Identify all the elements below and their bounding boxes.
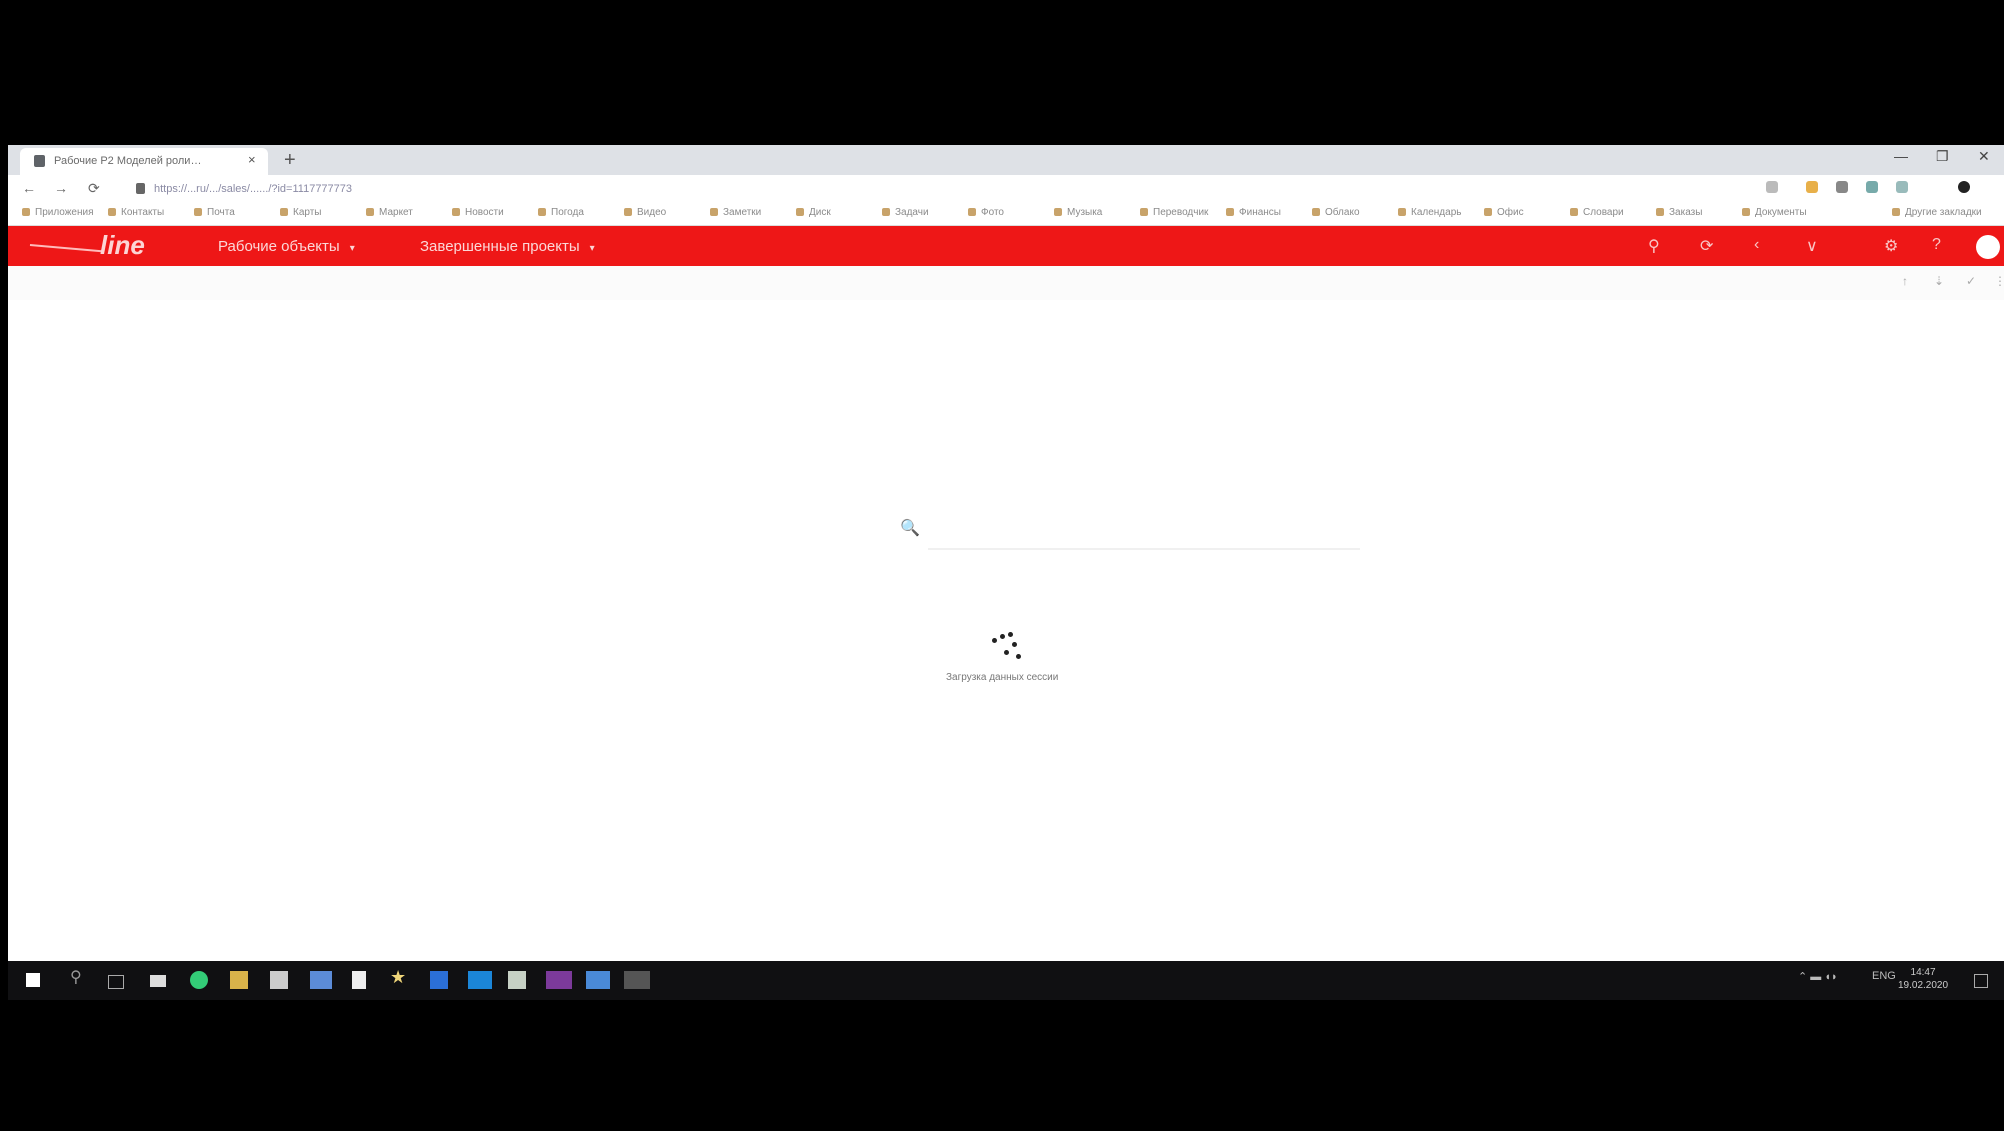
menu-work-objects[interactable]: Рабочие объекты ▾ xyxy=(218,238,355,255)
bookmark-item[interactable]: Новости xyxy=(452,207,504,218)
search-icon[interactable]: ⚲ xyxy=(1648,236,1660,256)
app-icon[interactable] xyxy=(586,971,610,989)
taskbar: ⚲ ★ ⌃ ▬ ◖◗ ENG 14:47 19.02.2020 xyxy=(8,961,2004,1000)
bookmark-item[interactable]: Музыка xyxy=(1054,207,1102,218)
minimize-button[interactable]: — xyxy=(1894,148,1908,164)
bookmark-item[interactable]: Погода xyxy=(538,207,584,218)
menu-label: Завершенные проекты xyxy=(420,238,580,255)
bookmark-item[interactable]: Задачи xyxy=(882,207,929,218)
forward-button[interactable]: → xyxy=(54,180,68,196)
star-icon[interactable]: ★ xyxy=(390,967,408,987)
star-icon[interactable] xyxy=(1766,181,1778,193)
profile-icon[interactable] xyxy=(1958,181,1970,193)
bookmark-item[interactable]: Почта xyxy=(194,207,235,218)
explorer-icon[interactable] xyxy=(150,975,166,987)
app-icon[interactable] xyxy=(230,971,248,989)
extension-icon[interactable] xyxy=(1806,181,1818,193)
extension-icon[interactable] xyxy=(1866,181,1878,193)
main-content: 🔍 Загрузка данных сессии xyxy=(8,300,2004,961)
search-icon[interactable]: ⚲ xyxy=(70,967,88,986)
bookmark-item[interactable]: Приложения xyxy=(22,207,94,218)
bookmark-item[interactable]: Видео xyxy=(624,207,666,218)
settings-icon[interactable]: ⚙ xyxy=(1884,236,1898,256)
menu-projects[interactable]: Завершенные проекты ▾ xyxy=(420,238,595,255)
avatar[interactable] xyxy=(1976,235,2000,259)
app-logo[interactable]: line xyxy=(29,230,180,262)
bookmark-item[interactable]: Фото xyxy=(968,207,1004,218)
bookmark-icon[interactable]: ⇣ xyxy=(1934,274,1944,288)
bookmark-item[interactable]: Финансы xyxy=(1226,207,1281,218)
check-icon[interactable]: ✓ xyxy=(1966,274,1976,288)
new-tab-button[interactable]: + xyxy=(284,148,296,172)
bookmark-item[interactable]: Контакты xyxy=(108,207,164,218)
bookmark-item[interactable]: Диск xyxy=(796,207,831,218)
letterbox-bottom xyxy=(8,1000,2004,1131)
letterbox-top xyxy=(8,0,2004,145)
search-underline xyxy=(928,548,1360,550)
chrome-active-icon[interactable] xyxy=(624,971,650,989)
bookmark-item[interactable]: Календарь xyxy=(1398,207,1461,218)
lock-icon xyxy=(136,183,145,194)
bookmark-item[interactable]: Офис xyxy=(1484,207,1524,218)
browser-tabstrip: Рабочие Р2 Моделей роли… × + — ❐ ✕ xyxy=(8,145,2004,175)
bookmarks-bar: Приложения Контакты Почта Карты Маркет Новост… xyxy=(8,203,2004,226)
reload-button[interactable]: ⟳ xyxy=(88,180,100,197)
notification-icon[interactable] xyxy=(1974,974,1988,988)
help-icon[interactable]: ? xyxy=(1932,236,1941,254)
bookmark-item[interactable]: Карты xyxy=(280,207,322,218)
filter-icon[interactable]: ∨ xyxy=(1806,236,1818,256)
browser-tab[interactable]: Рабочие Р2 Моделей роли… × xyxy=(20,148,268,175)
bookmark-item[interactable]: Облако xyxy=(1312,207,1360,218)
app-icon[interactable] xyxy=(310,971,332,989)
favicon-icon xyxy=(34,155,45,167)
bookmark-item[interactable]: Документы xyxy=(1742,207,1807,218)
tray-icons[interactable]: ⌃ ▬ ◖◗ xyxy=(1798,970,1838,983)
pin-icon[interactable]: ↑ xyxy=(1902,274,1908,288)
search-icon: 🔍 xyxy=(900,520,920,537)
app-icon[interactable] xyxy=(270,971,288,989)
clock-date: 19.02.2020 xyxy=(1898,980,1949,991)
logo-text: line xyxy=(100,230,145,260)
task-view-icon[interactable] xyxy=(108,975,124,989)
browser-toolbar: ← → ⟳ https://...ru/.../sales/....../?id… xyxy=(8,175,2004,203)
bookmark-item[interactable]: Переводчик xyxy=(1140,207,1208,218)
menu-icon[interactable]: ⋮ xyxy=(1994,274,2004,288)
logo-swoosh xyxy=(29,244,102,253)
tab-title: Рабочие Р2 Моделей роли… xyxy=(54,155,202,167)
loading-spinner xyxy=(988,632,1028,662)
bookmark-item[interactable]: Словари xyxy=(1570,207,1624,218)
arrow-icon[interactable]: ‹ xyxy=(1754,236,1759,254)
bookmark-item[interactable]: Заметки xyxy=(710,207,761,218)
close-window-button[interactable]: ✕ xyxy=(1978,148,1990,165)
browser-app-icon[interactable] xyxy=(190,971,208,989)
search-field[interactable]: 🔍 xyxy=(888,512,1362,560)
bookmark-item[interactable]: Маркет xyxy=(366,207,413,218)
menu-label: Рабочие объекты xyxy=(218,238,340,255)
restore-button[interactable]: ❐ xyxy=(1936,148,1949,165)
clock[interactable]: 14:47 19.02.2020 xyxy=(1898,966,1948,992)
extension-icon[interactable] xyxy=(1836,181,1848,193)
chevron-down-icon: ▾ xyxy=(589,243,595,254)
bookmark-item[interactable]: Заказы xyxy=(1656,207,1702,218)
tray-language[interactable]: ENG xyxy=(1872,970,1896,982)
screen: Рабочие Р2 Моделей роли… × + — ❐ ✕ ← → ⟳… xyxy=(8,0,2004,1131)
app-icon[interactable] xyxy=(546,971,572,989)
tab-close-icon[interactable]: × xyxy=(248,152,256,167)
outlook-icon[interactable] xyxy=(468,971,492,989)
back-button[interactable]: ← xyxy=(22,180,36,196)
address-text: https://...ru/.../sales/....../?id=11177… xyxy=(154,183,353,195)
address-bar[interactable]: https://...ru/.../sales/....../?id=11177… xyxy=(132,179,1732,199)
loading-text: Загрузка данных сессии xyxy=(946,672,1059,683)
app-header: line Рабочие объекты ▾ Завершенные проект… xyxy=(8,226,2004,266)
start-icon[interactable] xyxy=(26,973,40,987)
clock-time: 14:47 xyxy=(1910,967,1936,978)
chevron-down-icon: ▾ xyxy=(349,243,355,254)
app-icon[interactable] xyxy=(508,971,526,989)
word-icon[interactable] xyxy=(430,971,448,989)
refresh-icon[interactable]: ⟳ xyxy=(1700,236,1713,256)
bookmark-item[interactable]: Другие закладки xyxy=(1892,207,1982,218)
extension-icon[interactable] xyxy=(1896,181,1908,193)
app-icon[interactable] xyxy=(352,971,366,989)
app-subtoolbar: ↑ ⇣ ✓ ⋮ xyxy=(8,266,2004,300)
